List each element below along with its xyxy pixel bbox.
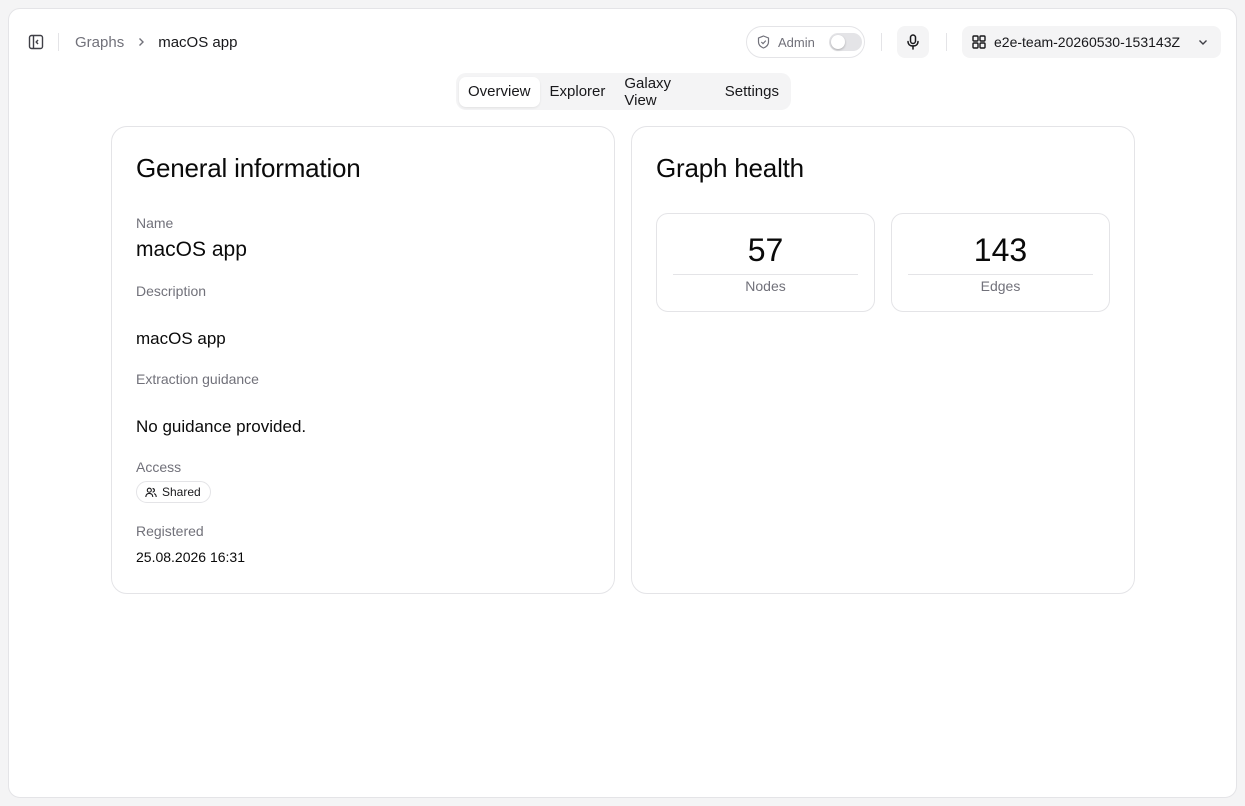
admin-label: Admin <box>778 34 815 50</box>
breadcrumb-current: macOS app <box>158 33 238 51</box>
breadcrumb-graphs-link[interactable]: Graphs <box>75 34 124 51</box>
microphone-icon <box>907 34 919 50</box>
admin-toggle[interactable] <box>828 33 862 51</box>
card-title: General information <box>136 153 361 183</box>
nodes-count: 57 <box>747 232 784 268</box>
tab-galaxy-view[interactable]: Galaxy View <box>615 75 714 109</box>
registered-label: Registered <box>136 523 204 539</box>
shield-check-icon <box>757 35 770 49</box>
users-icon <box>145 487 157 497</box>
edges-metric: 143 Edges <box>891 213 1110 312</box>
header-divider <box>946 33 947 51</box>
metric-divider <box>673 274 858 275</box>
breadcrumb: Graphs macOS app <box>75 32 237 52</box>
app-window: Graphs macOS app Admin e2e-team-20260530… <box>8 8 1237 798</box>
name-label: Name <box>136 215 174 231</box>
tab-overview[interactable]: Overview <box>459 76 540 107</box>
access-label: Access <box>136 459 182 475</box>
extraction-guidance-value: No guidance provided. <box>136 417 307 436</box>
graph-health-card: Graph health 57 Nodes 143 Edges <box>631 126 1135 594</box>
description-label: Description <box>136 283 207 299</box>
top-bar: Graphs macOS app Admin e2e-team-20260530… <box>9 9 1236 75</box>
sidebar-toggle-icon <box>28 34 44 50</box>
extraction-guidance-label: Extraction guidance <box>136 371 259 387</box>
edges-count: 143 <box>973 232 1028 268</box>
card-title: Graph health <box>656 153 804 183</box>
team-name: e2e-team-20260530-153143Z <box>994 34 1181 50</box>
header-divider <box>881 33 882 51</box>
header-divider <box>58 33 59 51</box>
tab-explorer[interactable]: Explorer <box>541 77 615 107</box>
admin-mode-control: Admin <box>746 26 865 58</box>
description-value: macOS app <box>136 329 226 348</box>
registered-value: 25.08.2026 16:31 <box>136 549 245 565</box>
view-tabs: Overview Explorer Galaxy View Settings <box>456 73 791 110</box>
nodes-metric: 57 Nodes <box>656 213 875 312</box>
voice-input-button[interactable] <box>897 26 929 58</box>
chevron-right-icon <box>136 37 146 47</box>
admin-toggle-knob <box>830 35 845 49</box>
access-value: Shared <box>162 485 201 499</box>
edges-label: Edges <box>980 278 1021 294</box>
general-information-card: General information Name macOS app Descr… <box>111 126 615 594</box>
grid-icon <box>972 35 986 49</box>
chevron-down-icon <box>1197 36 1209 48</box>
nodes-label: Nodes <box>745 278 786 294</box>
name-value: macOS app <box>136 238 247 261</box>
team-selector[interactable]: e2e-team-20260530-153143Z <box>962 26 1221 58</box>
sidebar-toggle-button[interactable] <box>26 32 46 52</box>
tab-settings[interactable]: Settings <box>716 77 788 107</box>
metric-divider <box>908 274 1093 275</box>
access-badge: Shared <box>136 481 211 503</box>
